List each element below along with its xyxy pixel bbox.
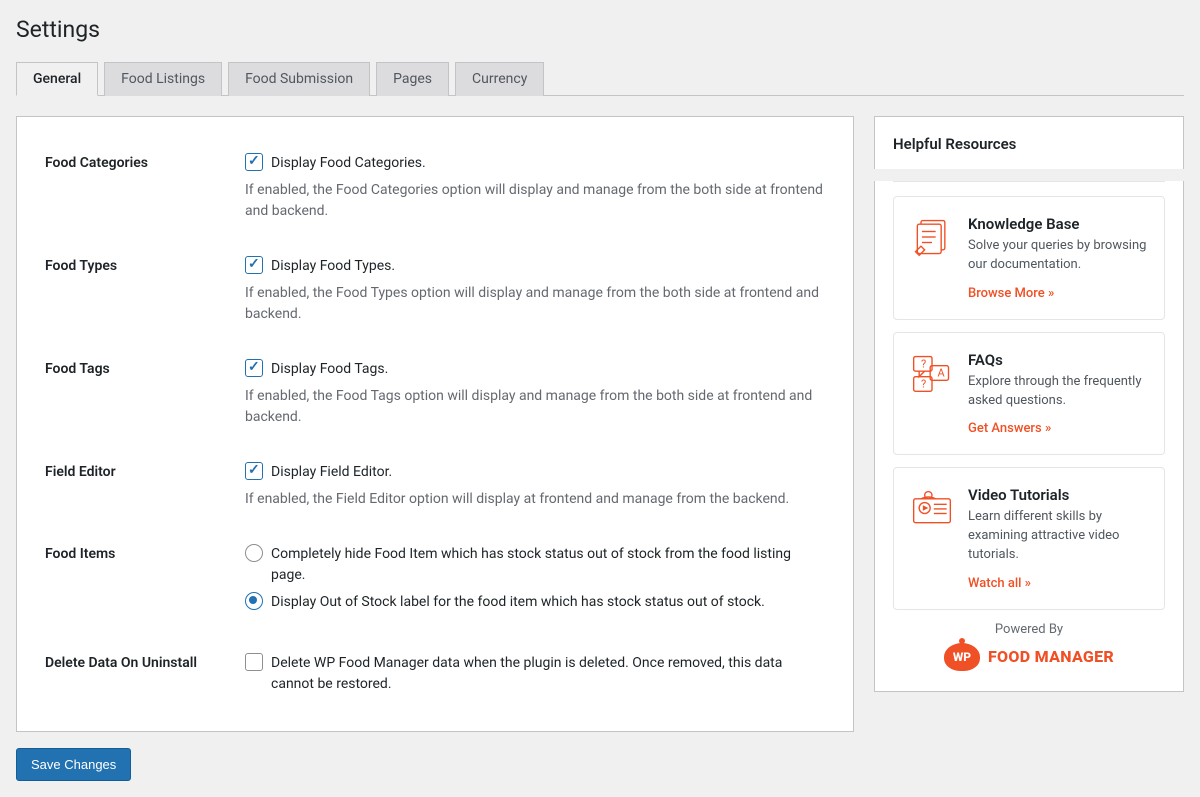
setting-delete-data: Delete Data On Uninstall Delete WP Food … [45,641,825,707]
svg-text:A: A [938,366,946,379]
setting-label: Food Types [45,256,245,274]
setting-label: Food Categories [45,153,245,171]
save-changes-button[interactable]: Save Changes [16,748,131,781]
brand-badge: WP [944,643,980,671]
checkbox-input[interactable] [245,653,263,671]
svg-text:?: ? [921,377,926,390]
setting-label: Field Editor [45,462,245,480]
tab-currency[interactable]: Currency [455,62,544,96]
checkbox-field-editor[interactable]: Display Field Editor. [245,462,825,483]
radio-label: Completely hide Food Item which has stoc… [271,544,825,586]
resource-link-browse-more[interactable]: Browse More [968,286,1054,301]
setting-label: Delete Data On Uninstall [45,653,245,671]
resource-desc: Solve your queries by browsing our docum… [968,237,1148,275]
tab-pages[interactable]: Pages [376,62,449,96]
sidebar-title: Helpful Resources [874,116,1184,169]
checkbox-label: Display Food Tags. [271,359,388,380]
video-icon [910,486,954,530]
svg-text:?: ? [921,357,926,370]
checkbox-label: Display Food Categories. [271,153,426,174]
brand-logo: WP FOOD MANAGER [893,643,1165,671]
tabs-bar: General Food Listings Food Submission Pa… [16,61,1184,96]
resource-link-watch-all[interactable]: Watch all [968,576,1031,591]
tab-general[interactable]: General [16,62,98,96]
radio-input[interactable] [245,544,263,562]
checkbox-label: Delete WP Food Manager data when the plu… [271,653,825,695]
checkbox-input[interactable] [245,462,263,480]
checkbox-delete-data[interactable]: Delete WP Food Manager data when the plu… [245,653,825,695]
help-text: If enabled, the Food Categories option w… [245,180,825,222]
help-text: If enabled, the Field Editor option will… [245,489,825,510]
settings-panel: Food Categories Display Food Categories.… [16,116,854,732]
setting-food-items: Food Items Completely hide Food Item whi… [45,532,825,641]
tab-food-listings[interactable]: Food Listings [104,62,222,96]
checkbox-food-tags[interactable]: Display Food Tags. [245,359,825,380]
resource-desc: Explore through the frequently asked que… [968,373,1148,411]
checkbox-label: Display Food Types. [271,256,395,277]
setting-food-categories: Food Categories Display Food Categories.… [45,141,825,244]
resource-link-get-answers[interactable]: Get Answers [968,421,1051,436]
checkbox-label: Display Field Editor. [271,462,392,483]
checkbox-input[interactable] [245,256,263,274]
resource-title: FAQs [968,351,1148,369]
setting-field-editor: Field Editor Display Field Editor. If en… [45,450,825,532]
page-title: Settings [16,16,1184,43]
resource-title: Video Tutorials [968,486,1148,504]
checkbox-food-types[interactable]: Display Food Types. [245,256,825,277]
radio-show-out-of-stock-label[interactable]: Display Out of Stock label for the food … [245,592,825,613]
resource-title: Knowledge Base [968,215,1148,233]
setting-label: Food Tags [45,359,245,377]
helpful-resources-panel: Helpful Resources Knowledge Base Solve y… [874,116,1184,732]
setting-label: Food Items [45,544,245,562]
help-text: If enabled, the Food Tags option will di… [245,386,825,428]
radio-hide-out-of-stock[interactable]: Completely hide Food Item which has stoc… [245,544,825,586]
checkbox-input[interactable] [245,153,263,171]
faq-icon: ? A? [910,351,954,395]
resource-card-video-tutorials: Video Tutorials Learn different skills b… [893,467,1165,610]
resource-desc: Learn different skills by examining attr… [968,508,1148,565]
radio-input[interactable] [245,592,263,610]
document-icon [910,215,954,259]
help-text: If enabled, the Food Types option will d… [245,283,825,325]
tab-food-submission[interactable]: Food Submission [228,62,370,96]
powered-by-label: Powered By [893,622,1165,637]
resource-card-knowledge-base: Knowledge Base Solve your queries by bro… [893,196,1165,320]
checkbox-food-categories[interactable]: Display Food Categories. [245,153,825,174]
setting-food-types: Food Types Display Food Types. If enable… [45,244,825,347]
brand-name: FOOD MANAGER [988,647,1114,666]
radio-label: Display Out of Stock label for the food … [271,592,765,613]
checkbox-input[interactable] [245,359,263,377]
resource-card-faqs: ? A? FAQs Explore through the frequently … [893,332,1165,456]
setting-food-tags: Food Tags Display Food Tags. If enabled,… [45,347,825,450]
